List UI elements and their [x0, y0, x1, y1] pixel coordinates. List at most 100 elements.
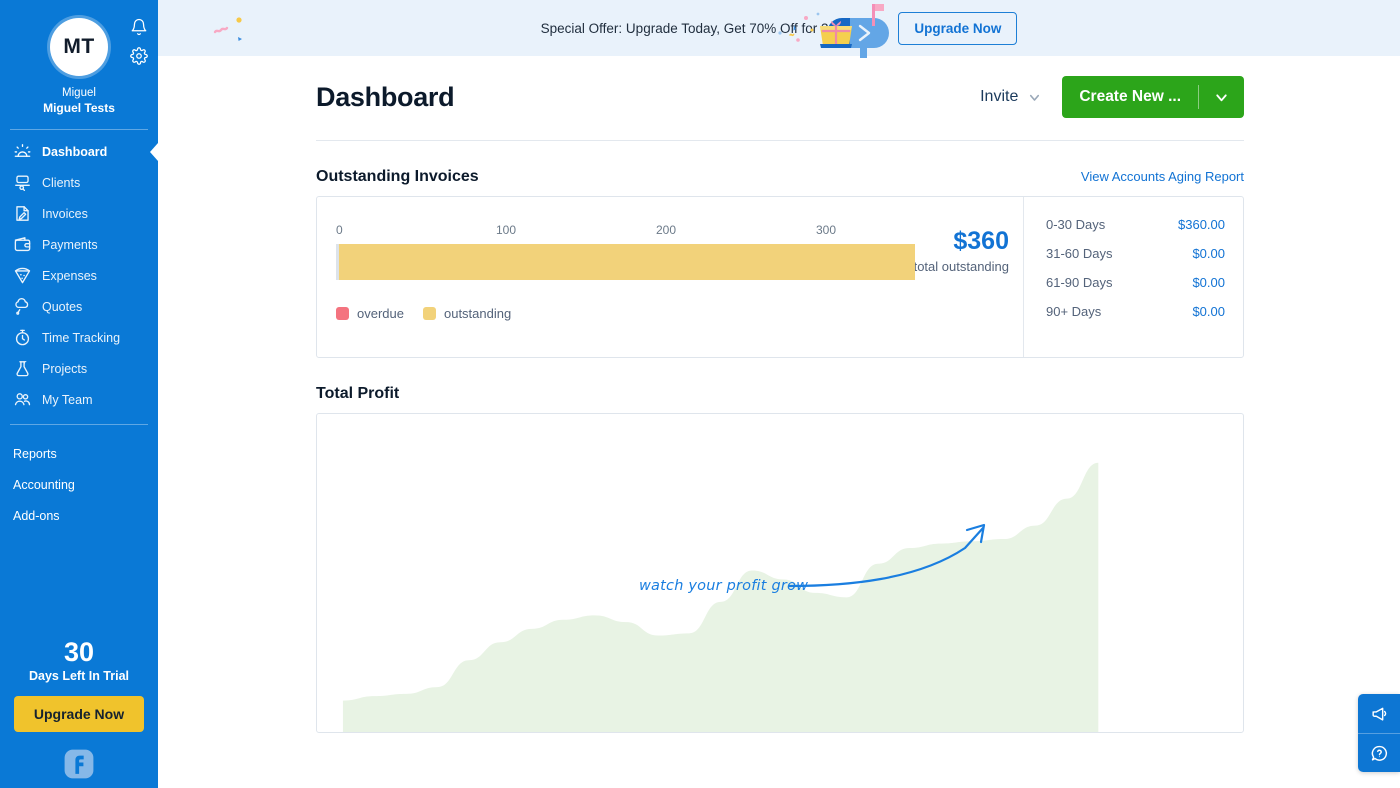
total-profit-area-chart — [342, 462, 1099, 732]
invite-dropdown[interactable]: Invite — [980, 88, 1042, 106]
sidebar-item-label: Projects — [42, 361, 88, 376]
sidebar-item-label: Quotes — [42, 299, 83, 314]
bar-chart-axis: 0 100 200 300 — [336, 223, 877, 237]
sidebar-item-label: Payments — [42, 237, 98, 252]
aging-summary: 0-30 Days $360.00 31-60 Days $0.00 61-90… — [1023, 197, 1243, 357]
my-team-people-icon — [13, 390, 32, 409]
bar-outstanding[interactable] — [339, 244, 915, 280]
notifications-bell-icon[interactable] — [130, 18, 148, 36]
sidebar-item-quotes[interactable]: Quotes — [0, 291, 158, 322]
payments-wallet-icon — [13, 235, 32, 254]
legend-swatch-overdue — [336, 307, 349, 320]
total-profit-title: Total Profit — [316, 385, 400, 402]
legend-item-outstanding: outstanding — [422, 306, 512, 321]
app-root: MT Miguel Miguel Tests Dashboard Clients… — [0, 0, 1400, 788]
main-content: Special Offer: Upgrade Today, Get 70% Of… — [158, 0, 1400, 788]
freshbooks-logo — [0, 746, 158, 782]
sidebar-divider-top — [10, 129, 148, 130]
growth-arrow-icon — [787, 523, 986, 588]
view-accounts-aging-report-link[interactable]: View Accounts Aging Report — [1081, 169, 1244, 184]
header-actions: Invite Create New ... — [980, 76, 1244, 118]
sidebar-profile: MT Miguel Miguel Tests — [0, 0, 158, 130]
invite-label: Invite — [980, 88, 1019, 105]
bar-chart-plot — [336, 244, 915, 280]
outstanding-invoices-title: Outstanding Invoices — [316, 168, 479, 185]
announcements-button[interactable] — [1358, 694, 1400, 733]
sidebar-section-links: Reports Accounting Add-ons — [0, 438, 158, 531]
sidebar-item-label: Time Tracking — [42, 330, 121, 345]
total-profit-card: watch your profit grow — [316, 413, 1244, 733]
clients-icon — [13, 173, 32, 192]
sidebar-item-addons[interactable]: Add-ons — [0, 500, 158, 531]
sidebar-item-label: Dashboard — [42, 144, 108, 159]
sidebar-upgrade-now-button[interactable]: Upgrade Now — [14, 696, 144, 732]
sidebar-item-accounting[interactable]: Accounting — [0, 469, 158, 500]
axis-tick-200: 200 — [656, 223, 677, 237]
outstanding-bar-chart: 0 100 200 300 overdue outstanding — [317, 197, 915, 357]
aging-label: 0-30 Days — [1046, 217, 1106, 232]
sidebar-item-label: Invoices — [42, 206, 88, 221]
aging-value: $0.00 — [1192, 304, 1225, 319]
chevron-down-icon — [1030, 94, 1040, 101]
sidebar-item-reports[interactable]: Reports — [0, 438, 158, 469]
dashboard-sunrise-icon — [13, 142, 32, 161]
settings-gear-icon[interactable] — [130, 47, 148, 65]
aging-row: 90+ Days $0.00 — [1046, 304, 1225, 319]
aging-label: 90+ Days — [1046, 304, 1102, 319]
legend-item-overdue: overdue — [336, 306, 404, 321]
create-new-dropdown-toggle[interactable] — [1199, 76, 1244, 118]
bar-chart-legend: overdue outstanding — [336, 306, 877, 321]
aging-value: $0.00 — [1192, 246, 1225, 261]
megaphone-icon — [1371, 707, 1386, 721]
header-divider — [316, 140, 1244, 141]
avatar[interactable]: MT — [50, 18, 108, 76]
page-title: Dashboard — [316, 81, 455, 112]
aging-value: $360.00 — [1178, 217, 1225, 232]
sidebar-utility-icons — [130, 18, 148, 65]
mailbox-gift-illustration — [778, 4, 889, 58]
chevron-down-icon — [1216, 93, 1227, 101]
legend-label-outstanding: outstanding — [443, 306, 512, 321]
axis-tick-100: 100 — [496, 223, 517, 237]
quotes-bubble-icon — [13, 297, 32, 316]
help-button[interactable] — [1358, 733, 1400, 772]
help-dock — [1358, 694, 1400, 772]
sidebar-item-expenses[interactable]: Expenses — [0, 260, 158, 291]
sidebar-item-payments[interactable]: Payments — [0, 229, 158, 260]
outstanding-invoices-header: Outstanding Invoices View Accounts Aging… — [316, 168, 1244, 186]
legend-swatch-outstanding — [422, 307, 436, 320]
sidebar: MT Miguel Miguel Tests Dashboard Clients… — [0, 0, 158, 788]
promo-banner: Special Offer: Upgrade Today, Get 70% Of… — [158, 0, 1400, 58]
sidebar-item-clients[interactable]: Clients — [0, 167, 158, 198]
aging-row: 31-60 Days $0.00 — [1046, 246, 1225, 261]
sidebar-trial-block: 30 Days Left In Trial Upgrade Now — [0, 637, 158, 788]
sidebar-item-invoices[interactable]: Invoices — [0, 198, 158, 229]
sidebar-item-label: Expenses — [42, 268, 97, 283]
profit-annotation-text: watch your profit grow — [639, 578, 809, 594]
axis-tick-0: 0 — [336, 223, 343, 237]
sidebar-item-dashboard[interactable]: Dashboard — [0, 136, 158, 167]
create-new-button[interactable]: Create New ... — [1062, 76, 1244, 118]
sidebar-item-time-tracking[interactable]: Time Tracking — [0, 322, 158, 353]
aging-value: $0.00 — [1192, 275, 1225, 290]
aging-label: 31-60 Days — [1046, 246, 1113, 261]
outstanding-invoices-card: 0 100 200 300 overdue outstanding $360 t… — [316, 196, 1244, 358]
trial-days-label: Days Left In Trial — [28, 669, 130, 683]
sidebar-item-label: My Team — [42, 392, 93, 407]
create-new-label: Create New ... — [1079, 88, 1181, 105]
profit-annotation: watch your profit grow — [639, 577, 808, 595]
help-question-icon — [1371, 745, 1387, 761]
expenses-pizza-icon — [13, 266, 32, 285]
aging-label: 61-90 Days — [1046, 275, 1113, 290]
sidebar-divider-bottom — [10, 424, 148, 425]
sidebar-item-my-team[interactable]: My Team — [0, 384, 158, 415]
sidebar-item-projects[interactable]: Projects — [0, 353, 158, 384]
freshbooks-logo-icon — [64, 749, 94, 779]
page-header: Dashboard Invite Create New ... — [316, 56, 1244, 118]
stopwatch-icon — [13, 328, 32, 347]
confetti-decoration-left — [213, 17, 242, 41]
invoices-icon — [13, 204, 32, 223]
promo-upgrade-now-button[interactable]: Upgrade Now — [898, 11, 1018, 45]
user-first-name: Miguel — [62, 87, 96, 99]
aging-row: 0-30 Days $360.00 — [1046, 217, 1225, 232]
